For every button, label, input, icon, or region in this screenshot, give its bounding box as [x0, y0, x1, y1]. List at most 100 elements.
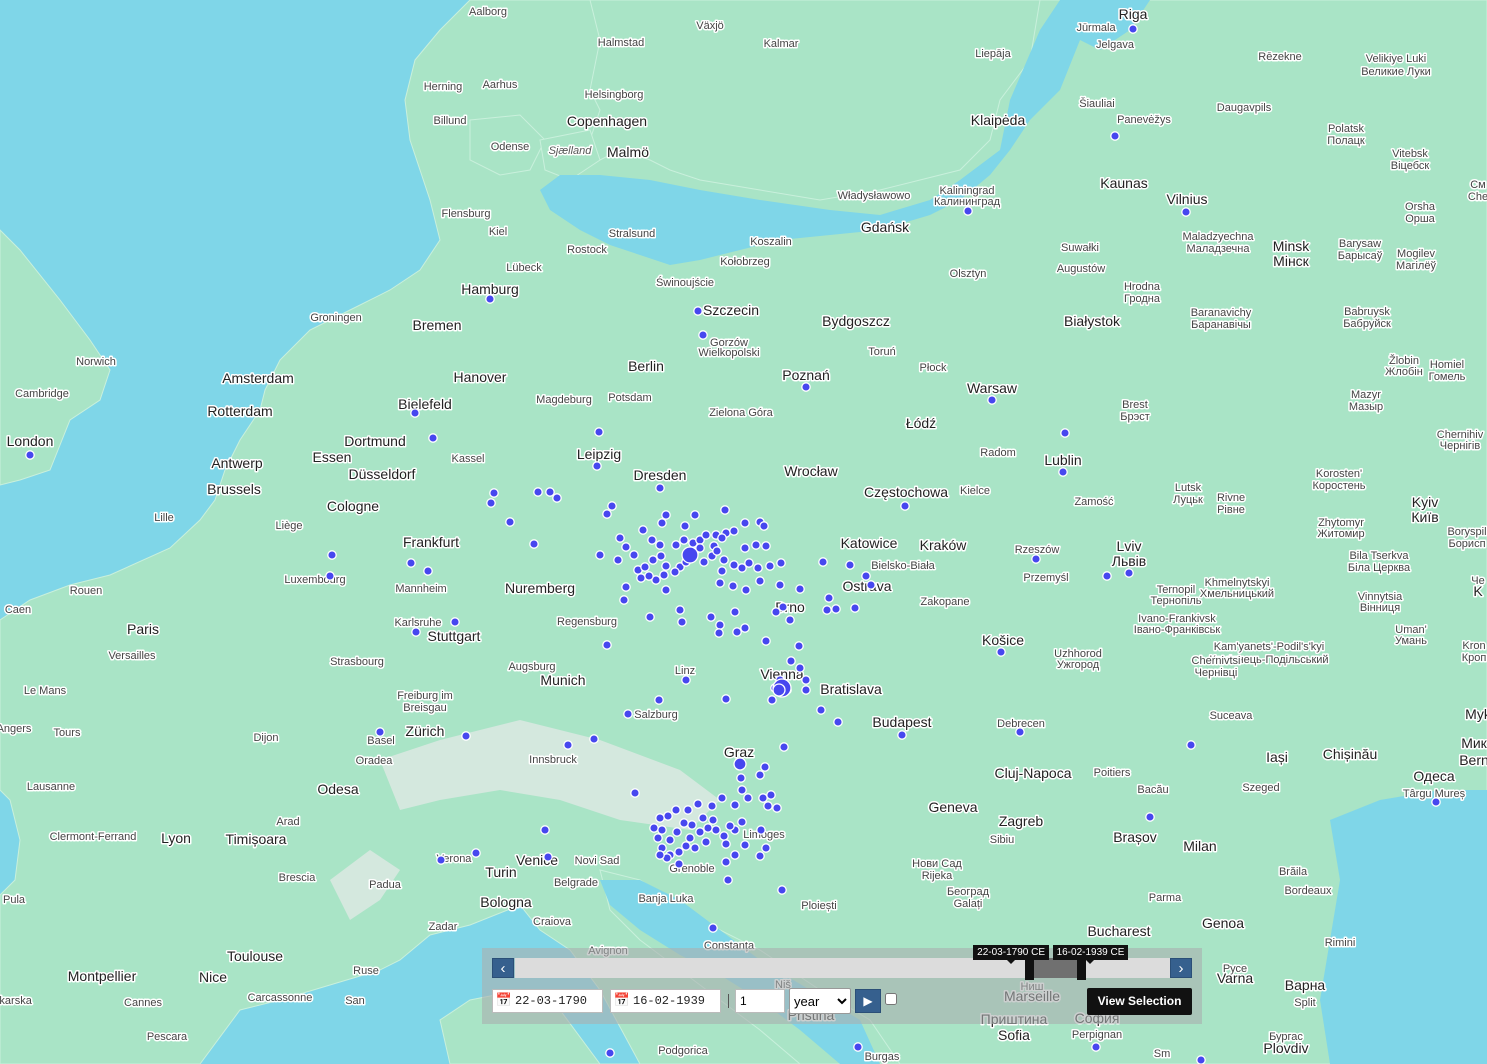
- play-button[interactable]: ▶: [855, 989, 881, 1013]
- location-marker[interactable]: [719, 555, 729, 565]
- location-marker[interactable]: [861, 571, 871, 581]
- location-marker[interactable]: [698, 330, 708, 340]
- location-marker[interactable]: [450, 617, 460, 627]
- location-marker[interactable]: [687, 820, 697, 830]
- location-marker[interactable]: [25, 450, 35, 460]
- location-marker[interactable]: [756, 825, 766, 835]
- location-marker[interactable]: [794, 641, 804, 651]
- location-marker[interactable]: [693, 306, 703, 316]
- location-marker[interactable]: [654, 695, 664, 705]
- location-marker[interactable]: [740, 623, 750, 633]
- location-marker[interactable]: [671, 805, 681, 815]
- location-marker[interactable]: [743, 793, 753, 803]
- location-marker[interactable]: [900, 501, 910, 511]
- location-marker[interactable]: [755, 770, 765, 780]
- location-marker[interactable]: [602, 640, 612, 650]
- location-marker[interactable]: [720, 505, 730, 515]
- map[interactable]: Aalborg Växjö Kalmar Halmstad RigaJūrmala Jel…: [0, 0, 1487, 1064]
- location-marker[interactable]: [677, 617, 687, 627]
- location-marker[interactable]: [655, 850, 665, 860]
- location-marker[interactable]: [963, 206, 973, 216]
- location-marker[interactable]: [737, 785, 747, 795]
- location-marker[interactable]: [681, 841, 691, 851]
- location-marker[interactable]: [594, 427, 604, 437]
- step-unit-select[interactable]: year: [789, 988, 851, 1014]
- location-marker[interactable]: [760, 762, 770, 772]
- location-marker[interactable]: [683, 805, 693, 815]
- location-marker[interactable]: [670, 567, 680, 577]
- location-marker[interactable]: [657, 518, 667, 528]
- location-marker[interactable]: [728, 581, 738, 591]
- location-marker[interactable]: [674, 859, 684, 869]
- location-marker[interactable]: [1110, 131, 1120, 141]
- location-marker[interactable]: [723, 875, 733, 885]
- location-marker[interactable]: [505, 517, 515, 527]
- location-marker[interactable]: [489, 488, 499, 498]
- location-marker[interactable]: [744, 558, 754, 568]
- location-marker[interactable]: [672, 827, 682, 837]
- location-marker[interactable]: [1431, 797, 1441, 807]
- location-marker[interactable]: [717, 793, 727, 803]
- location-marker[interactable]: [1015, 727, 1025, 737]
- location-marker[interactable]: [655, 483, 665, 493]
- location-marker[interactable]: [605, 1048, 615, 1058]
- location-marker[interactable]: [795, 663, 805, 673]
- location-marker-cluster[interactable]: [733, 757, 747, 771]
- location-marker[interactable]: [708, 923, 718, 933]
- next-button[interactable]: ›: [1170, 958, 1192, 978]
- location-marker[interactable]: [715, 620, 725, 630]
- location-marker[interactable]: [436, 855, 446, 865]
- location-marker[interactable]: [592, 461, 602, 471]
- location-marker[interactable]: [602, 509, 612, 519]
- loop-checkbox[interactable]: [885, 993, 897, 1005]
- location-marker[interactable]: [701, 837, 711, 847]
- start-handle[interactable]: 22-03-1790 CE: [973, 945, 1049, 980]
- location-marker[interactable]: [1091, 1042, 1101, 1052]
- location-marker[interactable]: [758, 793, 768, 803]
- location-marker[interactable]: [721, 857, 731, 867]
- location-marker[interactable]: [719, 831, 729, 841]
- location-marker[interactable]: [833, 717, 843, 727]
- location-marker[interactable]: [661, 585, 671, 595]
- location-marker[interactable]: [853, 1042, 863, 1052]
- location-marker[interactable]: [761, 636, 771, 646]
- location-marker[interactable]: [644, 571, 654, 581]
- location-marker[interactable]: [613, 555, 623, 565]
- location-marker[interactable]: [674, 847, 684, 857]
- location-marker[interactable]: [411, 627, 421, 637]
- location-marker[interactable]: [822, 605, 832, 615]
- location-marker[interactable]: [325, 571, 335, 581]
- location-marker[interactable]: [699, 557, 709, 567]
- location-marker[interactable]: [655, 813, 665, 823]
- location-marker[interactable]: [786, 656, 796, 666]
- location-marker[interactable]: [703, 823, 713, 833]
- location-marker[interactable]: [693, 799, 703, 809]
- location-marker[interactable]: [761, 541, 771, 551]
- location-marker[interactable]: [1186, 740, 1196, 750]
- location-marker[interactable]: [996, 647, 1006, 657]
- location-marker[interactable]: [461, 731, 471, 741]
- location-marker[interactable]: [690, 843, 700, 853]
- start-date-field[interactable]: 📅 22-03-1790: [492, 989, 603, 1013]
- location-marker[interactable]: [771, 607, 781, 617]
- location-marker[interactable]: [767, 695, 777, 705]
- location-marker[interactable]: [671, 540, 681, 550]
- location-marker[interactable]: [589, 734, 599, 744]
- location-marker[interactable]: [831, 604, 841, 614]
- location-marker[interactable]: [1058, 467, 1068, 477]
- location-marker[interactable]: [1196, 1055, 1206, 1064]
- location-marker[interactable]: [1181, 207, 1191, 217]
- location-marker[interactable]: [645, 612, 655, 622]
- location-marker[interactable]: [1060, 428, 1070, 438]
- location-marker[interactable]: [695, 827, 705, 837]
- location-marker[interactable]: [729, 560, 739, 570]
- location-marker[interactable]: [730, 800, 740, 810]
- location-marker[interactable]: [759, 521, 769, 531]
- location-marker[interactable]: [730, 850, 740, 860]
- location-marker[interactable]: [647, 535, 657, 545]
- location-marker-cluster[interactable]: [681, 546, 699, 564]
- location-marker[interactable]: [736, 773, 746, 783]
- location-marker[interactable]: [629, 550, 639, 560]
- location-marker[interactable]: [659, 570, 669, 580]
- location-marker[interactable]: [655, 540, 665, 550]
